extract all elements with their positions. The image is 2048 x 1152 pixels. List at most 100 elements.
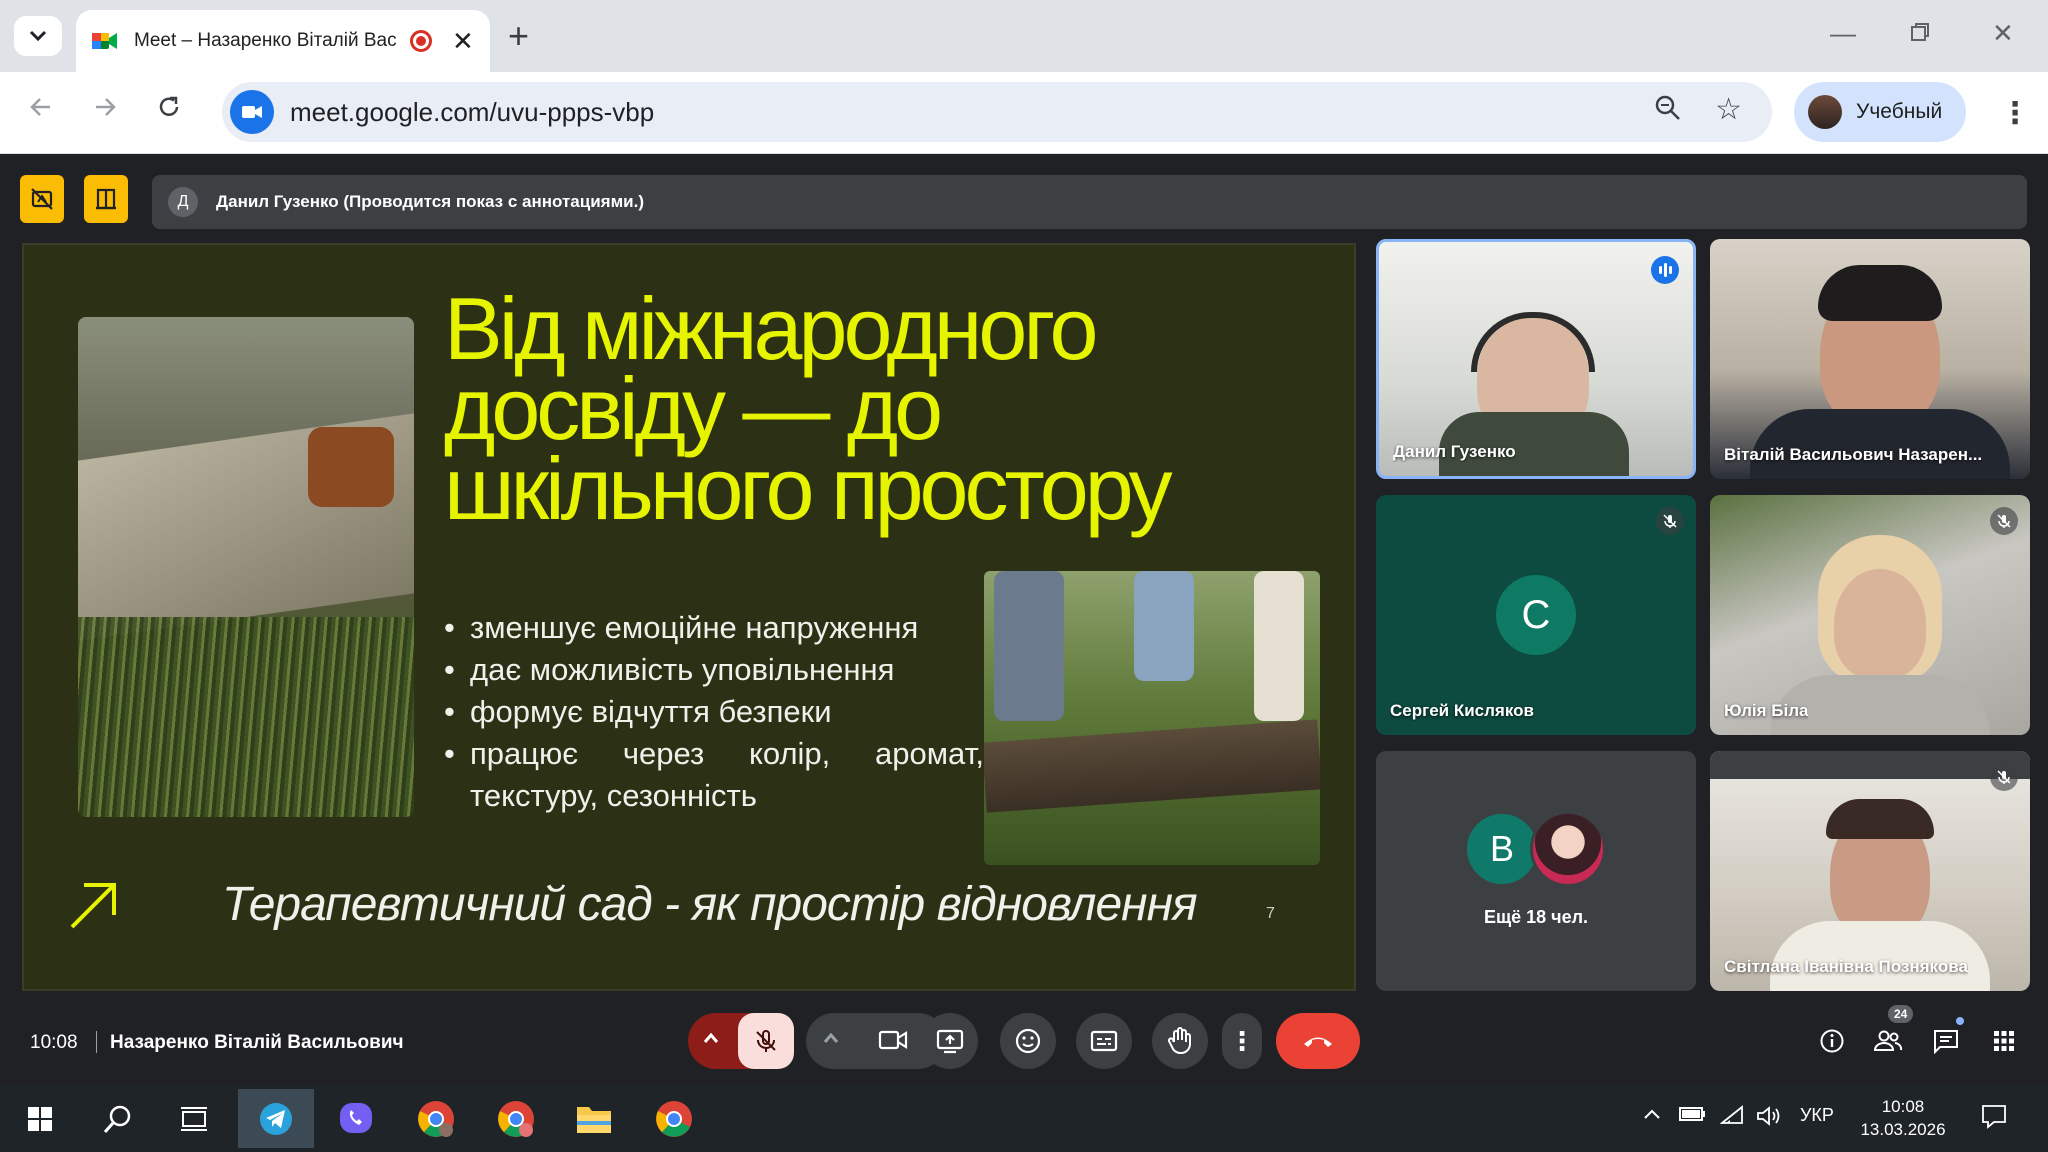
taskbar-clock[interactable]: 10:08 13.03.2026 <box>1858 1095 1948 1141</box>
raise-hand-button[interactable] <box>1152 1013 1208 1069</box>
people-button[interactable]: 24 <box>1868 1005 1914 1061</box>
participant-tile[interactable]: Світлана Іванівна Познякова <box>1710 751 2030 991</box>
meet-favicon-icon <box>92 30 118 52</box>
participant-name: Данил Гузенко <box>1393 442 1516 461</box>
activities-button[interactable] <box>1984 1021 2024 1061</box>
mic-off-button[interactable] <box>738 1013 794 1069</box>
bookmark-star-icon[interactable]: ☆ <box>1715 92 1742 127</box>
chat-button[interactable] <box>1926 1017 1966 1061</box>
meet-area: Д Данил Гузенко (Проводится показ с анно… <box>0 155 2048 1085</box>
camera-icon[interactable] <box>878 1027 908 1058</box>
site-info-icon[interactable] <box>230 90 274 134</box>
chevron-up-icon[interactable] <box>702 1031 720 1050</box>
browser-toolbar: meet.google.com/uvu-ppps-vbp ☆ Учебный ⋮ <box>0 72 2048 154</box>
divider <box>96 1031 97 1053</box>
info-icon <box>1820 1029 1844 1053</box>
task-view-icon <box>181 1106 207 1131</box>
battery-icon[interactable] <box>1678 1105 1706 1128</box>
more-participants-tile[interactable]: В Ещё 18 чел. <box>1376 751 1696 991</box>
captions-button[interactable] <box>1076 1013 1132 1069</box>
slide-footer: Терапевтичний сад - як простір відновлен… <box>222 878 1198 931</box>
meeting-name: Назаренко Віталій Васильович <box>110 1032 404 1053</box>
chrome-profile-taskbar-button[interactable] <box>406 1093 466 1144</box>
windows-logo-icon <box>28 1106 52 1131</box>
chrome-icon <box>418 1100 454 1137</box>
chevron-up-icon[interactable] <box>822 1031 840 1050</box>
address-bar[interactable]: meet.google.com/uvu-ppps-vbp ☆ <box>222 82 1772 142</box>
windows-taskbar: УКР 10:08 13.03.2026 <box>0 1085 2048 1152</box>
mic-off-icon <box>1990 507 2018 535</box>
search-button[interactable] <box>88 1093 148 1144</box>
leave-call-button[interactable] <box>1276 1013 1360 1069</box>
slide-bullet: формує відчуття безпеки <box>444 691 984 733</box>
participant-tile[interactable]: С Сергей Кисляков <box>1376 495 1696 735</box>
restore-icon[interactable] <box>1910 18 1930 49</box>
show-hidden-icons-icon[interactable] <box>1642 1105 1662 1126</box>
participant-tile[interactable]: Віталій Васильович Назарен... <box>1710 239 2030 479</box>
telegram-icon <box>260 1102 292 1135</box>
slide-title: Від міжнародного досвіду — до шкільного … <box>444 279 1173 538</box>
participant-name: Юлія Біла <box>1724 701 1809 720</box>
more-vert-icon: ⋮ <box>1229 1025 1255 1056</box>
close-window-icon[interactable]: ✕ <box>1992 18 2014 49</box>
notifications-icon[interactable] <box>1980 1103 2008 1134</box>
annotation-toggle-button[interactable] <box>20 175 64 223</box>
presenter-avatar: Д <box>168 187 198 217</box>
participant-name: Світлана Іванівна Познякова <box>1724 957 1968 976</box>
tab-close-icon[interactable]: ✕ <box>452 28 474 54</box>
speaking-indicator-icon <box>1651 256 1679 284</box>
start-button[interactable] <box>10 1093 70 1144</box>
chrome-icon <box>498 1100 534 1137</box>
reload-icon[interactable] <box>156 94 182 128</box>
chrome-profile2-taskbar-button[interactable] <box>486 1093 546 1144</box>
telegram-taskbar-button[interactable] <box>238 1089 314 1148</box>
profile-button[interactable]: Учебный <box>1794 82 1966 142</box>
viber-icon <box>340 1102 372 1133</box>
people-icon <box>1873 1030 1903 1051</box>
presentation-panel-button[interactable] <box>84 175 128 223</box>
network-icon[interactable] <box>1719 1105 1744 1130</box>
mic-off-icon <box>756 1030 776 1052</box>
participant-name: Віталій Васильович Назарен... <box>1724 445 1983 464</box>
presentation-slide: Від міжнародного досвіду — до шкільного … <box>22 243 1356 991</box>
viber-taskbar-button[interactable] <box>326 1093 386 1144</box>
present-screen-button[interactable] <box>922 1013 978 1069</box>
browser-tab-meet[interactable]: Meet – Назаренко Віталій Вас ✕ <box>76 10 490 72</box>
taskbar-time: 10:08 <box>1881 1097 1925 1116</box>
microphone-control[interactable] <box>688 1013 794 1069</box>
profile-avatar <box>1808 95 1842 129</box>
reactions-button[interactable] <box>1000 1013 1056 1069</box>
hang-up-icon <box>1304 1037 1332 1047</box>
mic-off-icon <box>1990 763 2018 791</box>
minimize-icon[interactable]: — <box>1830 18 1856 49</box>
participant-tile[interactable]: Данил Гузенко <box>1376 239 1696 479</box>
zoom-icon[interactable] <box>1654 94 1682 127</box>
input-language[interactable]: УКР <box>1800 1105 1834 1126</box>
participant-avatar: С <box>1496 575 1576 655</box>
captions-icon <box>1090 1030 1118 1052</box>
participant-avatar-photo <box>1530 811 1606 887</box>
task-view-button[interactable] <box>164 1093 224 1144</box>
browser-menu-icon[interactable]: ⋮ <box>2000 96 2030 131</box>
slide-bullets: зменшує емоційне напруження дає можливіс… <box>444 607 984 817</box>
back-icon[interactable] <box>28 94 54 128</box>
meeting-details-button[interactable] <box>1812 1021 1852 1061</box>
slide-photo-bench <box>78 317 414 817</box>
raise-hand-icon <box>1167 1027 1191 1054</box>
arrow-up-right-icon <box>70 883 116 929</box>
new-tab-button[interactable]: + <box>508 16 529 56</box>
file-explorer-taskbar-button[interactable] <box>564 1093 624 1144</box>
volume-icon[interactable] <box>1756 1105 1782 1132</box>
chrome-taskbar-button[interactable] <box>644 1093 704 1144</box>
meeting-clock: 10:08 <box>30 1032 78 1053</box>
panel-icon <box>96 188 116 210</box>
taskbar-date: 13.03.2026 <box>1860 1120 1946 1139</box>
forward-icon[interactable] <box>92 94 118 128</box>
more-options-button[interactable]: ⋮ <box>1222 1013 1262 1069</box>
emoji-icon <box>1015 1028 1041 1054</box>
presenter-banner-text: Данил Гузенко (Проводится показ с аннота… <box>216 192 644 211</box>
tab-search-button[interactable] <box>14 16 62 56</box>
participant-tile[interactable]: Юлія Біла <box>1710 495 2030 735</box>
annotation-off-icon <box>31 188 53 210</box>
slide-bullet: зменшує емоційне напруження <box>444 607 984 649</box>
